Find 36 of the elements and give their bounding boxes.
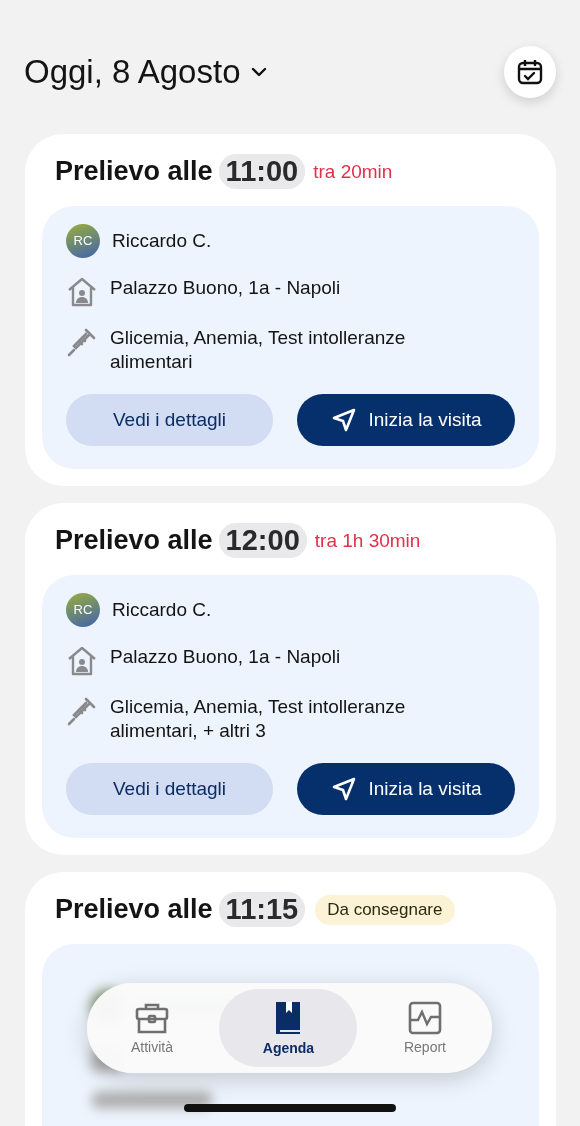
countdown-text: tra 1h 30min [314, 529, 421, 552]
time-label: 11:00 [218, 154, 306, 189]
tests-text: Glicemia, Anemia, Test intolleranze alimentari [110, 326, 407, 374]
send-arrow-icon [330, 407, 357, 433]
syringe-icon [66, 326, 98, 358]
time-label: 11:15 [218, 892, 306, 927]
avatar: RC [66, 224, 100, 258]
house-person-icon [66, 645, 98, 677]
send-arrow-icon [330, 776, 357, 802]
tests-text: Glicemia, Anemia, Test intolleranze alimentari, + altri 3 [110, 695, 407, 743]
chevron-down-icon[interactable] [250, 66, 269, 78]
nav-tab[interactable]: Agenda [219, 989, 358, 1067]
visit-title: Prelievo alle [55, 894, 213, 925]
chart-icon [407, 1001, 442, 1035]
nav-tab[interactable]: Attività [131, 989, 173, 1067]
syringe-icon [66, 695, 98, 727]
countdown-text: tra 20min [313, 160, 393, 183]
patient-name: Riccardo C. [112, 229, 212, 253]
address-text: Palazzo Buono, 1a - Napoli [110, 645, 341, 669]
calendar-check-button[interactable] [504, 46, 556, 98]
calendar-check-icon [515, 57, 545, 87]
house-person-icon [66, 276, 98, 308]
nav-tab[interactable]: Report [403, 989, 446, 1067]
avatar: RC [66, 593, 100, 627]
date-title: Oggi, 8 Agosto [24, 53, 241, 91]
start-visit-button[interactable]: Inizia la visita [297, 763, 515, 815]
start-visit-button[interactable]: Inizia la visita [297, 394, 515, 446]
briefcase-icon [134, 1001, 170, 1035]
details-button[interactable]: Vedi i dettagli [66, 394, 273, 446]
status-badge: Da consegnare [315, 894, 455, 925]
details-button[interactable]: Vedi i dettagli [66, 763, 273, 815]
patient-name: Riccardo C. [112, 598, 212, 622]
time-label: 12:00 [218, 523, 307, 558]
visit-title: Prelievo alle [55, 156, 213, 187]
address-text: Palazzo Buono, 1a - Napoli [110, 276, 341, 300]
visit-title: Prelievo alle [55, 525, 213, 556]
